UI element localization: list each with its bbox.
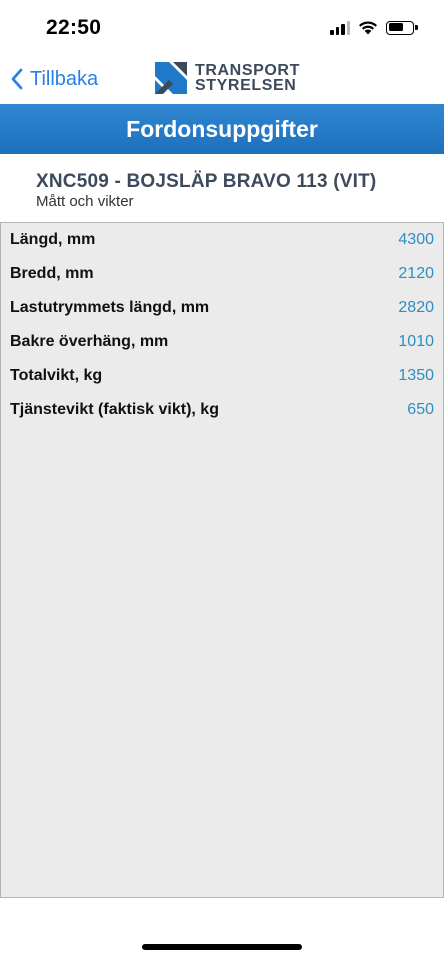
status-time: 22:50 [46,16,102,39]
logo-text: TRANSPORT STYRELSEN [195,62,300,94]
status-icons [330,20,418,35]
status-bar: 22:50 [0,0,444,56]
back-button[interactable]: Tillbaka [10,64,98,94]
vehicle-header: XNC509 - BOJSLÄP BRAVO 113 (VIT) Mått oc… [36,171,436,210]
home-indicator[interactable] [142,944,302,950]
row-value: 1350 [398,367,434,384]
logo-line-1: TRANSPORT [195,62,300,79]
data-row: Totalvikt, kg 1350 [10,359,434,393]
signal-icon [330,20,350,35]
row-label: Längd, mm [10,231,96,248]
row-label: Lastutrymmets längd, mm [10,299,210,316]
nav-bar: Tillbaka TRANSPORT STYRELSEN [0,56,444,104]
row-value: 2120 [398,265,434,282]
wifi-icon [359,21,377,35]
chevron-left-icon [11,68,23,90]
battery-icon [386,20,418,35]
row-value: 1010 [398,333,434,350]
page-title: Fordonsuppgifter [126,115,318,142]
vehicle-subtitle: Mått och vikter [36,193,134,210]
row-label: Tjänstevikt (faktisk vikt), kg [10,401,219,418]
title-bar: Fordonsuppgifter [0,104,444,154]
row-label: Bredd, mm [10,265,94,282]
data-row: Bakre överhäng, mm 1010 [10,325,434,359]
data-row: Längd, mm 4300 [10,223,434,257]
logo-line-2: STYRELSEN [195,77,297,94]
vehicle-title: XNC509 - BOJSLÄP BRAVO 113 (VIT) [36,171,377,192]
data-panel: Längd, mm 4300 Bredd, mm 2120 Lastutrymm… [0,222,444,898]
row-label: Bakre överhäng, mm [10,333,169,350]
back-label: Tillbaka [30,67,99,90]
transportstyrelsen-logo: TRANSPORT STYRELSEN [155,62,300,94]
row-value: 2820 [398,299,434,316]
row-value: 4300 [398,231,434,248]
row-value: 650 [407,401,434,418]
data-row: Lastutrymmets längd, mm 2820 [10,291,434,325]
row-label: Totalvikt, kg [10,367,103,384]
data-row: Tjänstevikt (faktisk vikt), kg 650 [10,393,434,427]
logo-mark-icon [155,62,187,94]
data-row: Bredd, mm 2120 [10,257,434,291]
